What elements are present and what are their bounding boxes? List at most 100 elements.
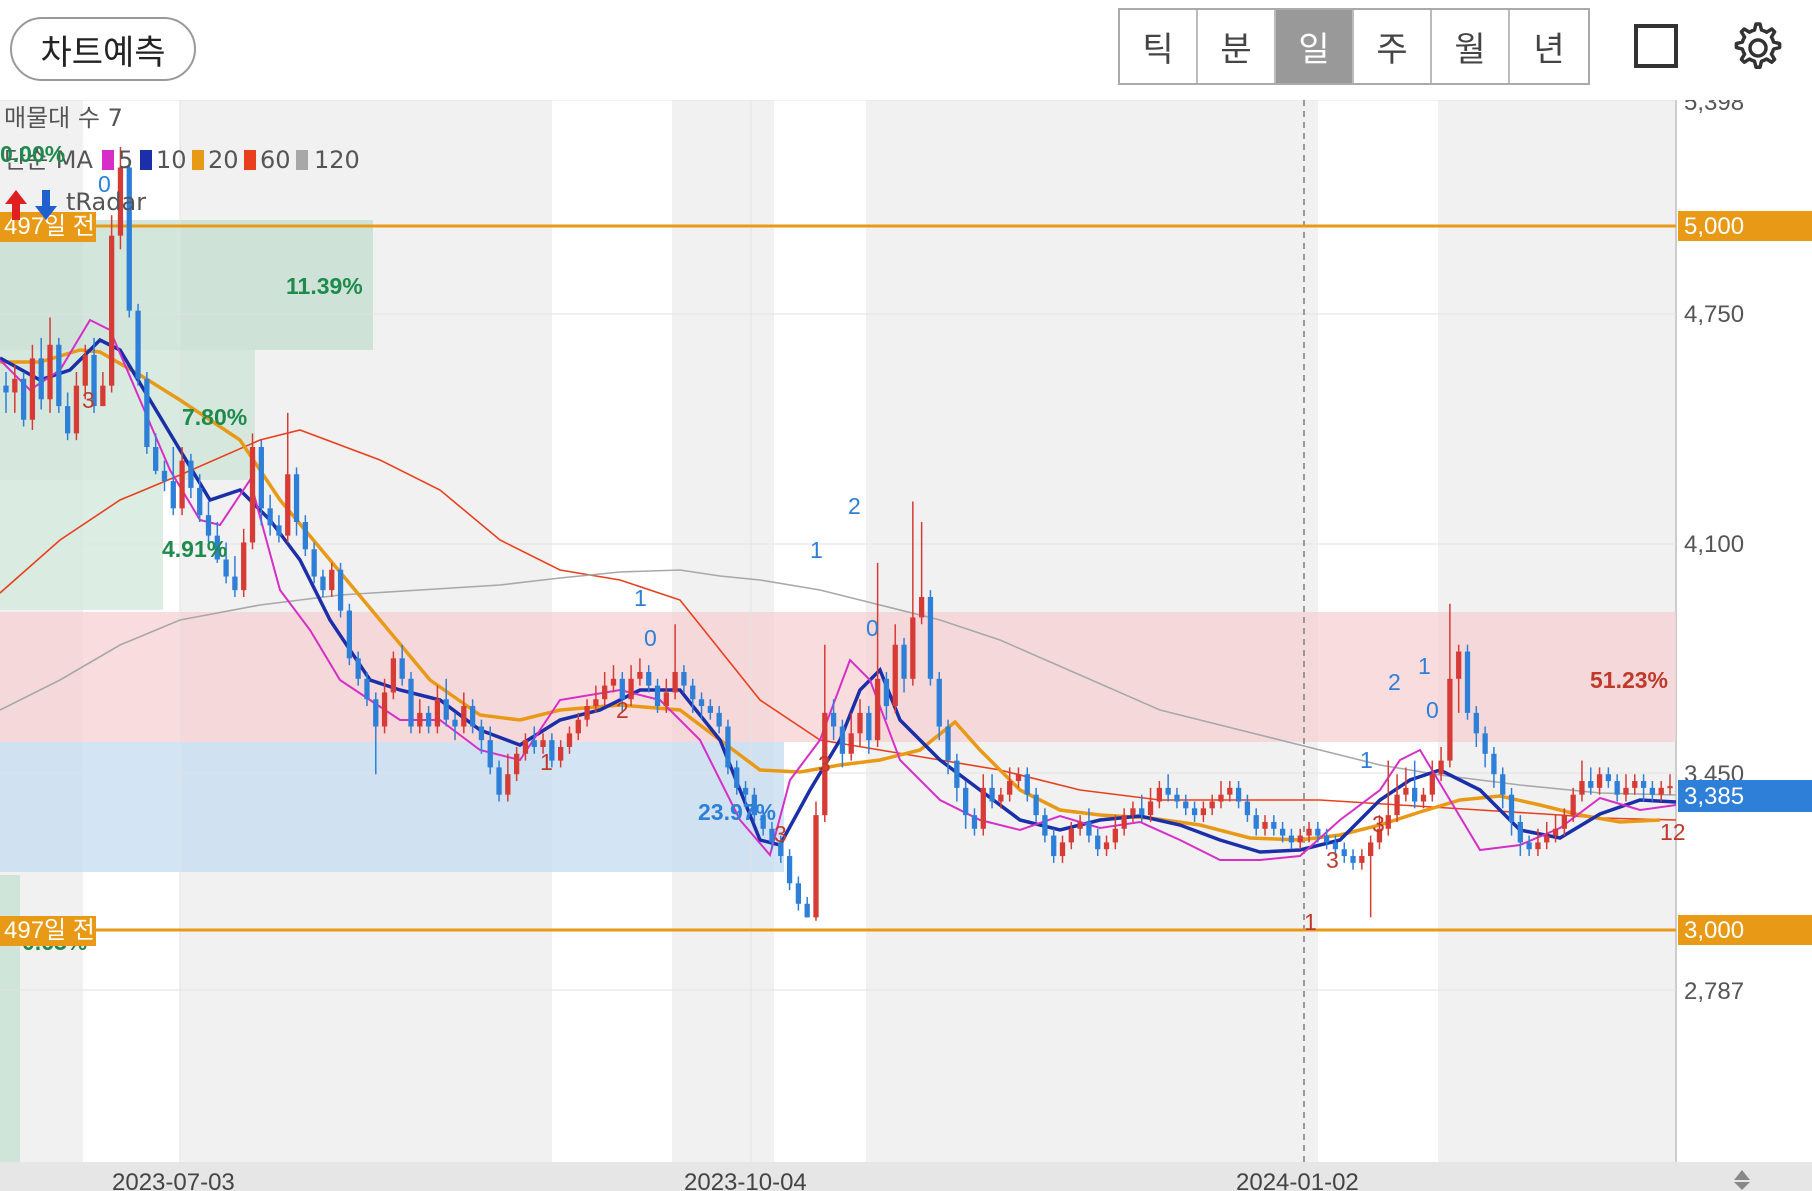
candle-body	[1112, 828, 1118, 843]
candle-body	[1051, 835, 1057, 857]
candle-body	[663, 692, 669, 707]
candle-body	[1605, 774, 1612, 782]
candle-body	[205, 515, 212, 536]
candle-body	[1139, 808, 1145, 816]
candle-body	[1103, 842, 1110, 850]
candle-body	[100, 385, 106, 407]
candle-body	[12, 378, 18, 393]
ma5-swatch	[102, 150, 114, 170]
candle-body	[1385, 815, 1391, 829]
candle-body	[540, 740, 546, 747]
candle-body	[936, 678, 942, 727]
candle-body	[1614, 781, 1620, 795]
candle-body	[1429, 774, 1435, 795]
gear-icon[interactable]	[1728, 18, 1784, 74]
candle-body	[29, 358, 36, 420]
candle-body	[1200, 808, 1207, 816]
candle-body	[478, 726, 485, 741]
ma5-period: 5	[118, 146, 133, 174]
price-chart[interactable]: 0 3 1 0 2 1 1 2 0 3 3 1 3 3 1 2 1 0 12 1…	[0, 100, 1812, 1191]
candle-body	[874, 678, 881, 741]
y-tick-label: 4,100	[1684, 531, 1744, 558]
period-tick-button[interactable]: 틱	[1120, 10, 1198, 83]
candle-body	[531, 740, 537, 747]
fullscreen-icon[interactable]	[1634, 24, 1678, 68]
candle-body	[1412, 787, 1418, 802]
candle-body	[461, 706, 467, 727]
signal-label: 3	[82, 387, 95, 413]
candle-body	[514, 753, 520, 775]
candle-body	[628, 678, 634, 700]
period-month-button[interactable]: 월	[1432, 10, 1510, 83]
candle-body	[1420, 794, 1427, 802]
candle-body	[593, 699, 599, 707]
signal-label: 0	[866, 615, 879, 641]
candle-body	[602, 685, 608, 700]
period-day-button[interactable]: 일	[1276, 10, 1354, 83]
period-week-button[interactable]: 주	[1354, 10, 1432, 83]
signal-label: 1	[1304, 909, 1317, 935]
ref-tag-bottom-text: 497일 전	[4, 917, 95, 944]
candle-body	[1464, 651, 1471, 713]
ma60-period: 60	[260, 146, 291, 174]
signal-label: 2	[616, 697, 629, 723]
candle-body	[1667, 786, 1673, 789]
signal-label: 3	[1326, 847, 1339, 873]
candle-body	[558, 746, 564, 761]
zone-pct-label: 4.91%	[162, 536, 227, 562]
candle-body	[241, 542, 247, 591]
candle-body	[249, 447, 256, 543]
chart-predict-button[interactable]: 차트예측	[10, 17, 196, 81]
volume-profile-label: 매물대 수 7	[4, 104, 123, 132]
candle-body	[1315, 828, 1321, 836]
x-tick-label: 2023-10-04	[684, 1169, 807, 1191]
period-minute-button[interactable]: 분	[1198, 10, 1276, 83]
candle-body	[857, 712, 863, 734]
candle-body	[381, 692, 388, 727]
ma120-swatch	[296, 150, 308, 170]
candle-body	[1024, 774, 1030, 795]
ma20-swatch	[192, 150, 204, 170]
ma120-period: 120	[314, 146, 360, 174]
candle-body	[1640, 781, 1647, 788]
candle-body	[1552, 828, 1559, 836]
profile-zone	[0, 480, 163, 610]
ma10-swatch	[140, 150, 152, 170]
candle-body	[179, 460, 185, 509]
candle-body	[425, 712, 432, 727]
candle-body	[1007, 781, 1013, 795]
current-price-label: 3,385	[1684, 783, 1744, 810]
candle-body	[417, 712, 423, 727]
candle-body	[223, 559, 229, 577]
candle-body	[64, 406, 71, 434]
candle-body	[1147, 801, 1154, 816]
candle-body	[698, 699, 705, 707]
candle-body	[135, 310, 141, 379]
candle-body	[293, 474, 300, 522]
candle-body	[575, 719, 581, 734]
period-year-button[interactable]: 년	[1510, 10, 1588, 83]
candle-body	[1121, 815, 1127, 829]
candle-body	[1403, 787, 1409, 795]
candle-body	[1500, 774, 1506, 795]
candle-body	[505, 774, 511, 795]
candle-body	[109, 235, 115, 386]
x-tick-label: 2024-01-02	[1236, 1169, 1359, 1191]
candle-body	[927, 596, 934, 679]
candle-body	[1350, 856, 1356, 863]
candle-body	[469, 706, 476, 727]
candle-body	[1191, 808, 1198, 816]
candle-body	[1544, 835, 1550, 843]
candle-body	[73, 385, 80, 434]
candle-body	[47, 344, 53, 400]
candle-body	[188, 460, 194, 488]
candle-body	[1596, 774, 1603, 788]
candle-body	[1165, 787, 1171, 795]
signal-label: 1	[1418, 653, 1431, 679]
candle-body	[1341, 849, 1347, 857]
candle-body	[1473, 712, 1479, 734]
candle-body	[989, 787, 995, 802]
candle-body	[1209, 801, 1215, 809]
candle-body	[742, 787, 749, 795]
candle-body	[672, 671, 678, 693]
